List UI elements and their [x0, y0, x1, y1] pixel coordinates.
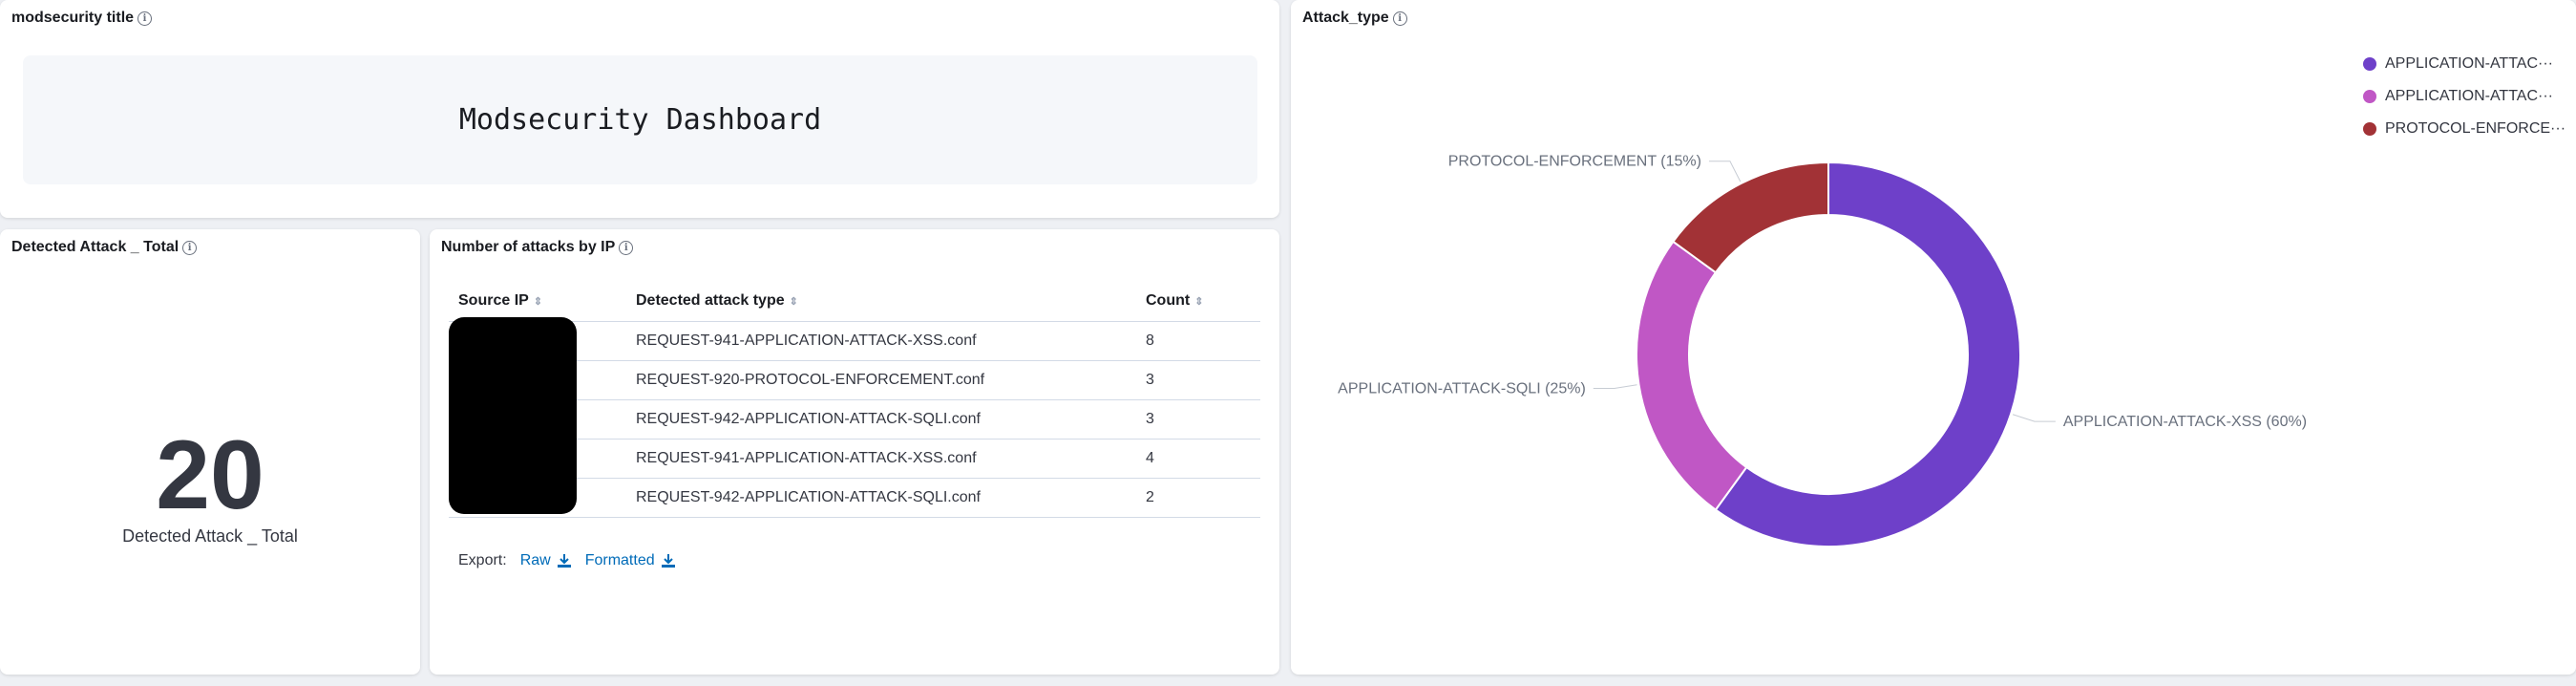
- export-bar: Export: Raw Formatted: [458, 552, 676, 569]
- legend-item[interactable]: PROTOCOL-ENFORCE···: [2363, 113, 2565, 145]
- column-header-attack-type[interactable]: Detected attack type ⇕: [636, 292, 1146, 310]
- cell-count: 8: [1146, 332, 1154, 349]
- cell-attack-type: REQUEST-920-PROTOCOL-ENFORCEMENT.conf: [636, 372, 985, 388]
- slice-label: APPLICATION-ATTACK-XSS (60%): [2063, 414, 2307, 430]
- table-header: Source IP ⇕ Detected attack type ⇕ Count ⇕: [449, 281, 1260, 322]
- sort-icon[interactable]: ⇕: [790, 296, 798, 308]
- panel-title: Detected Attack _ Total i: [11, 239, 198, 256]
- legend-item[interactable]: APPLICATION-ATTAC···: [2363, 80, 2565, 113]
- cell-count: 3: [1146, 411, 1154, 427]
- cell-attack-type: REQUEST-942-APPLICATION-ATTACK-SQLI.conf: [636, 411, 981, 427]
- slice-leader-line: [1593, 384, 1637, 390]
- cell-attack-type: REQUEST-941-APPLICATION-ATTACK-XSS.conf: [636, 332, 977, 349]
- cell-attack-type: REQUEST-942-APPLICATION-ATTACK-SQLI.conf: [636, 489, 981, 505]
- panel-title-text: Number of attacks by IP: [441, 239, 616, 255]
- legend-item[interactable]: APPLICATION-ATTAC···: [2363, 48, 2565, 80]
- markdown-box: Modsecurity Dashboard: [23, 55, 1257, 184]
- metric-label: Detected Attack _ Total: [122, 526, 298, 546]
- export-label: Export:: [458, 552, 507, 568]
- legend-label: APPLICATION-ATTAC···: [2385, 88, 2553, 104]
- column-header-source-ip[interactable]: Source IP ⇕: [449, 292, 636, 310]
- slice-label: APPLICATION-ATTACK-SQLI (25%): [1338, 381, 1586, 397]
- chart-legend: APPLICATION-ATTAC··· APPLICATION-ATTAC···…: [2363, 48, 2565, 145]
- export-raw-label: Raw: [519, 552, 551, 568]
- redaction-block: [449, 317, 577, 514]
- panel-title: modsecurity title i: [11, 10, 153, 27]
- sort-icon[interactable]: ⇕: [1194, 296, 1203, 308]
- markdown-panel: modsecurity title i Modsecurity Dashboar…: [0, 0, 1279, 218]
- slice-leader-line: [1708, 161, 1742, 182]
- info-icon[interactable]: i: [137, 11, 153, 26]
- export-formatted-label: Formatted: [584, 552, 655, 568]
- pie-slice[interactable]: [1636, 240, 1748, 512]
- legend-color-dot: [2363, 90, 2376, 103]
- metric-value: 20: [156, 420, 264, 529]
- export-raw-link[interactable]: Raw: [520, 552, 572, 569]
- cell-count: 3: [1146, 372, 1154, 388]
- cell-count: 4: [1146, 450, 1154, 466]
- sort-icon[interactable]: ⇕: [534, 296, 542, 308]
- legend-label: APPLICATION-ATTAC···: [2385, 55, 2553, 72]
- pie-slice[interactable]: [1671, 161, 1829, 274]
- panel-title: Number of attacks by IP i: [441, 239, 634, 256]
- export-formatted-link[interactable]: Formatted: [585, 552, 676, 569]
- info-icon[interactable]: i: [182, 240, 198, 255]
- info-icon[interactable]: i: [619, 240, 634, 255]
- cell-attack-type: REQUEST-941-APPLICATION-ATTACK-XSS.conf: [636, 450, 977, 466]
- legend-label: PROTOCOL-ENFORCE···: [2385, 120, 2566, 137]
- dashboard-heading: Modsecurity Dashboard: [458, 103, 822, 137]
- slice-label: PROTOCOL-ENFORCEMENT (15%): [1448, 154, 1701, 170]
- panel-title-text: modsecurity title: [11, 10, 135, 26]
- table-panel: Number of attacks by IP i Source IP ⇕ Det…: [430, 229, 1279, 675]
- metric-panel: Detected Attack _ Total i 20 Detected At…: [0, 229, 420, 675]
- legend-color-dot: [2363, 122, 2376, 136]
- download-icon: [661, 554, 675, 568]
- slice-leader-line: [2012, 414, 2056, 422]
- legend-color-dot: [2363, 57, 2376, 71]
- panel-title-text: Detected Attack _ Total: [11, 239, 179, 255]
- download-icon: [557, 554, 571, 568]
- column-header-count[interactable]: Count ⇕: [1146, 292, 1260, 310]
- cell-count: 2: [1146, 489, 1154, 505]
